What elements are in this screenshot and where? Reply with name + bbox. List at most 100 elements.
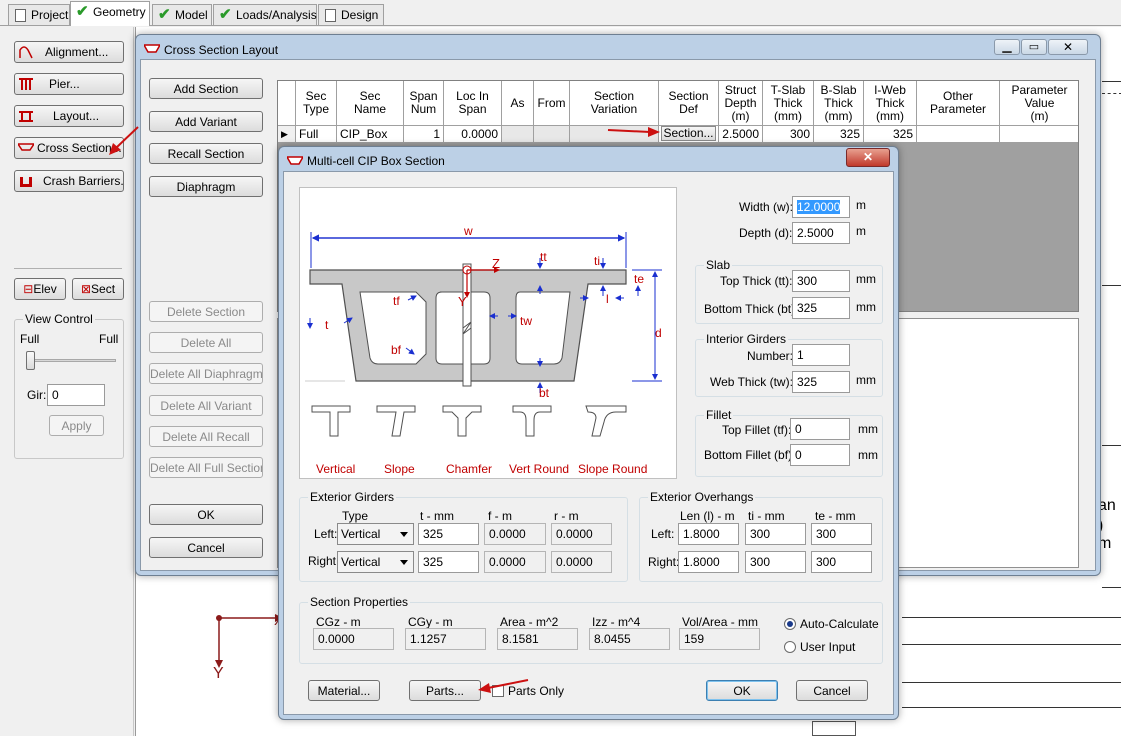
- user-input-radio[interactable]: [784, 641, 796, 653]
- column-header: From: [534, 81, 570, 126]
- right-f-input[interactable]: 0.0000: [484, 551, 546, 573]
- right-r-input[interactable]: 0.0000: [551, 551, 612, 573]
- bottom-thick-input[interactable]: 325: [792, 297, 850, 319]
- add-variant-button[interactable]: Add Variant: [149, 111, 263, 132]
- multi-cell-dialog: Multi-cell CIP Box Section ✕ w tt ti te …: [278, 146, 899, 720]
- right-len-input[interactable]: 1.8000: [678, 551, 739, 573]
- right-te-input[interactable]: 300: [811, 551, 872, 573]
- minimize-button[interactable]: ▁: [994, 39, 1020, 55]
- grid-cell[interactable]: [570, 126, 659, 143]
- tab-geometry[interactable]: ✔ Geometry: [70, 1, 150, 26]
- gir-label: Gir:: [27, 388, 47, 402]
- left-toolbar: Alignment... Pier... Layout... Cross Sec…: [0, 27, 134, 736]
- checkmark-icon: ✔: [76, 3, 89, 20]
- left-len-input[interactable]: 1.8000: [678, 523, 739, 545]
- right-t-input[interactable]: 325: [418, 551, 479, 573]
- left-f-input[interactable]: 0.0000: [484, 523, 546, 545]
- grid-cell[interactable]: 325: [814, 126, 864, 143]
- right-type-select[interactable]: Vertical: [337, 551, 414, 573]
- elev-icon: ⊟: [23, 282, 34, 296]
- grid-cell[interactable]: 2.5000: [719, 126, 763, 143]
- bottom-fillet-input[interactable]: 0: [790, 444, 850, 466]
- row-selector-icon[interactable]: ▶: [278, 126, 296, 143]
- grid-cell[interactable]: [502, 126, 534, 143]
- grid-cell[interactable]: 325: [864, 126, 917, 143]
- grid-cell[interactable]: CIP_Box: [337, 126, 404, 143]
- auto-calculate-radio[interactable]: [784, 618, 796, 630]
- ok-button[interactable]: OK: [149, 504, 263, 525]
- grid-cell[interactable]: 0.0000: [444, 126, 502, 143]
- tab-project[interactable]: Project: [8, 4, 70, 25]
- canvas-text: ) m: [1098, 517, 1112, 552]
- grid-cell[interactable]: [917, 126, 1000, 143]
- top-thick-input[interactable]: 300: [792, 270, 850, 292]
- grid-cell[interactable]: 300: [763, 126, 814, 143]
- alignment-icon: [19, 46, 33, 59]
- column-header: Loc In Span: [444, 81, 502, 126]
- dialog-close-button[interactable]: ✕: [846, 148, 890, 167]
- cgy-label: CGy - m: [408, 615, 453, 629]
- axis-y-label: Y: [213, 665, 224, 682]
- col-len-label: Len (l) - m: [680, 509, 735, 523]
- grid-cell[interactable]: [1000, 126, 1078, 143]
- left-ti-input[interactable]: 300: [745, 523, 806, 545]
- column-header: Other Parameter: [917, 81, 1000, 126]
- dropdown-arrow-icon: [400, 532, 408, 537]
- tab-model[interactable]: ✔ Model: [152, 4, 212, 25]
- material-button[interactable]: Material...: [308, 680, 380, 701]
- unit-label: mm: [856, 272, 876, 286]
- fig-label-t: t: [325, 318, 329, 332]
- dialog-cancel-button[interactable]: Cancel: [796, 680, 868, 701]
- column-header: Sec Name: [337, 81, 404, 126]
- width-label: Width (w):: [739, 200, 793, 214]
- maximize-button[interactable]: ▭: [1021, 39, 1047, 55]
- elev-button[interactable]: ⊟Elev: [14, 278, 66, 300]
- col-t-label: t - mm: [420, 509, 454, 523]
- top-fillet-input[interactable]: 0: [790, 418, 850, 440]
- recall-section-button[interactable]: Recall Section: [149, 143, 263, 164]
- section-def-button[interactable]: Section...: [661, 126, 716, 141]
- dialog-ok-button[interactable]: OK: [706, 680, 778, 701]
- full-left-label: Full: [20, 332, 40, 346]
- right-ti-input[interactable]: 300: [745, 551, 806, 573]
- close-button[interactable]: ✕: [1048, 39, 1088, 55]
- web-thick-input[interactable]: 325: [792, 371, 850, 393]
- fig-label-y: Y: [458, 294, 467, 309]
- view-slider-thumb[interactable]: [26, 351, 35, 370]
- view-control-title: View Control: [23, 312, 95, 326]
- grid-cell: Section...: [659, 126, 719, 143]
- parts-only-label: Parts Only: [508, 684, 565, 698]
- sect-button[interactable]: ⊠Sect: [72, 278, 124, 300]
- cancel-button[interactable]: Cancel: [149, 537, 263, 558]
- gir-input[interactable]: 0: [47, 384, 105, 406]
- grid-cell[interactable]: [534, 126, 570, 143]
- top-fillet-label: Top Fillet (tf):: [722, 423, 792, 437]
- fig-label-tf: tf: [393, 294, 400, 308]
- parts-button[interactable]: Parts...: [409, 680, 481, 701]
- add-section-button[interactable]: Add Section: [149, 78, 263, 99]
- tab-design[interactable]: Design: [318, 4, 384, 25]
- left-te-input[interactable]: 300: [811, 523, 872, 545]
- fig-label-bf: bf: [391, 343, 402, 357]
- girder-number-input[interactable]: 1: [792, 344, 850, 366]
- grid-cell[interactable]: Full: [296, 126, 337, 143]
- delete-all-variant-button: Delete All Variant: [149, 395, 263, 416]
- diaphragm-button[interactable]: Diaphragm: [149, 176, 263, 197]
- section-figure: w tt ti te Z Y tf t tw bf d bt l Vertica…: [299, 187, 677, 479]
- grid-cell[interactable]: 1: [404, 126, 444, 143]
- left-r-input[interactable]: 0.0000: [551, 523, 612, 545]
- auto-calculate-label: Auto-Calculate: [800, 617, 879, 631]
- cross-section-icon: [18, 143, 34, 151]
- pier-icon: [19, 78, 33, 90]
- unit-label: mm: [858, 422, 878, 436]
- left-type-select[interactable]: Vertical: [337, 523, 414, 545]
- parts-only-checkbox[interactable]: [492, 685, 504, 697]
- tab-loads-analysis[interactable]: ✔ Loads/Analysis: [213, 4, 317, 25]
- col-f-label: f - m: [488, 509, 512, 523]
- fig-label-z: Z: [492, 256, 500, 271]
- delete-section-button: Delete Section: [149, 301, 263, 322]
- width-input[interactable]: 12.0000: [792, 196, 850, 218]
- main-tab-bar: Project ✔ Geometry ✔ Model ✔ Loads/Analysis…: [0, 0, 1121, 26]
- left-t-input[interactable]: 325: [418, 523, 479, 545]
- depth-input[interactable]: 2.5000: [792, 222, 850, 244]
